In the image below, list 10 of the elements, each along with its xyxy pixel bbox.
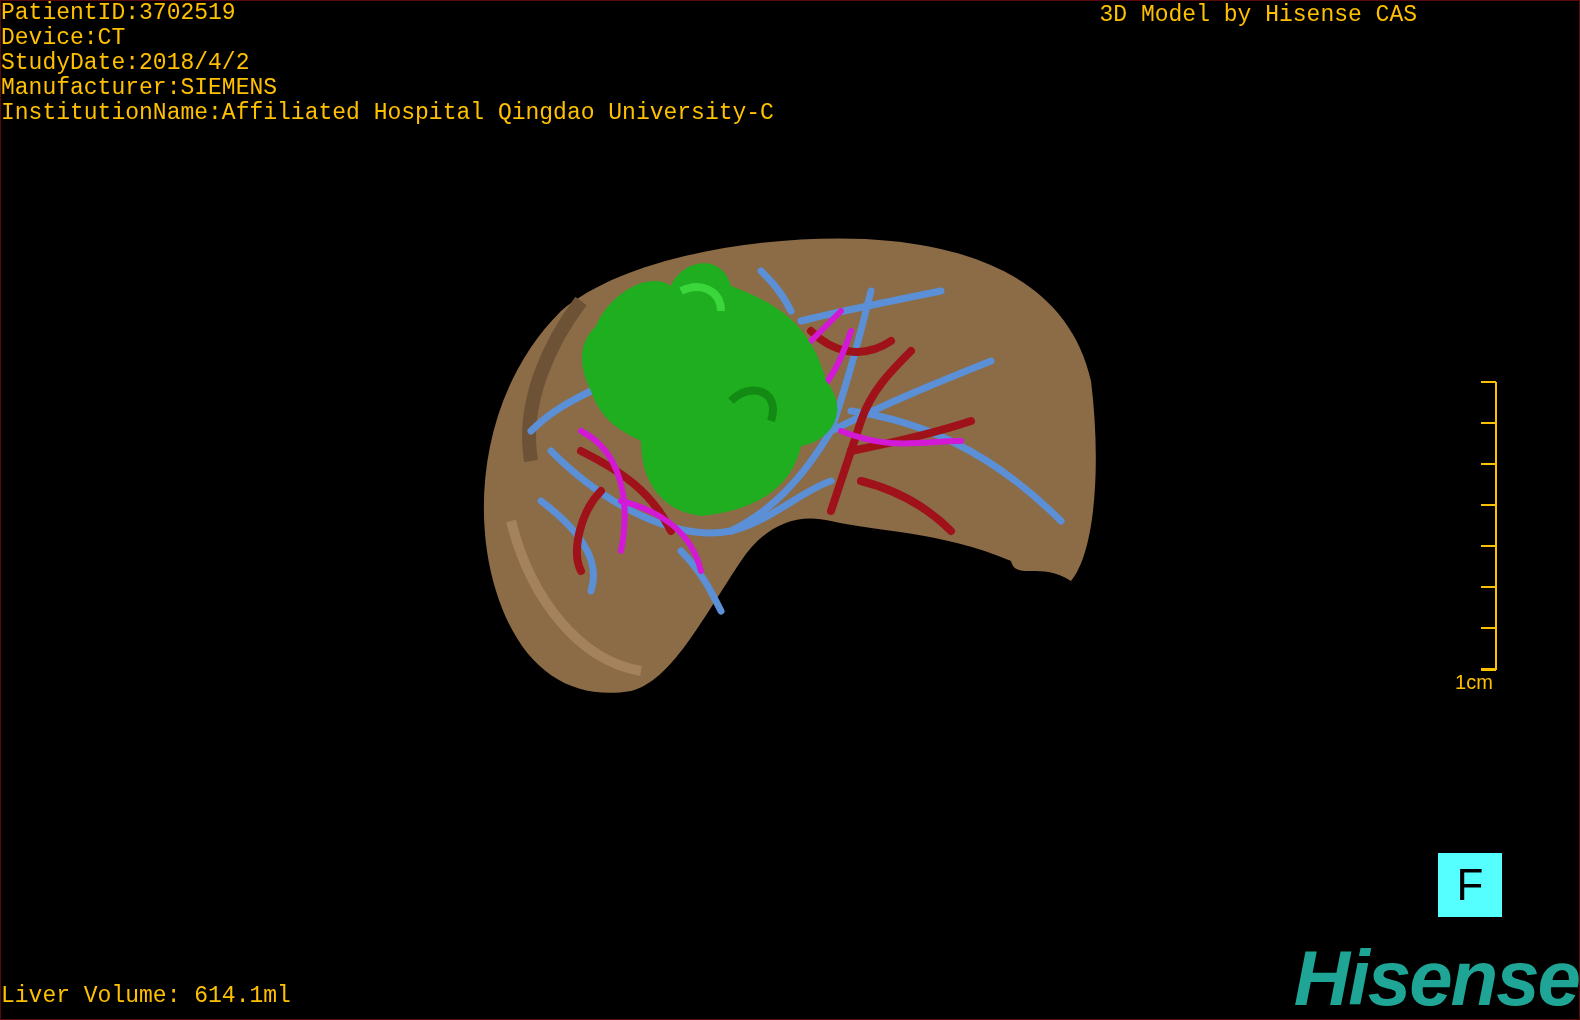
hisense-logo: Hisense	[1293, 943, 1579, 1013]
study-info-line: Manufacturer:SIEMENS	[1, 76, 279, 101]
study-info-line: StudyDate:2018/4/2	[1, 51, 251, 76]
liver-volume: Liver Volume: 614.1ml	[1, 982, 291, 1011]
study-info-line: PatientID:3702519	[1, 1, 237, 26]
study-info-line: InstitutionName:Affiliated Hospital Qingdao University-C	[1, 101, 774, 126]
model-credit: 3D Model by Hisense CAS	[1099, 3, 1417, 30]
orientation-marker[interactable]: F	[1438, 853, 1502, 917]
study-info-line: Device:CT	[1, 26, 127, 51]
scale-label: 1cm	[1455, 671, 1493, 693]
